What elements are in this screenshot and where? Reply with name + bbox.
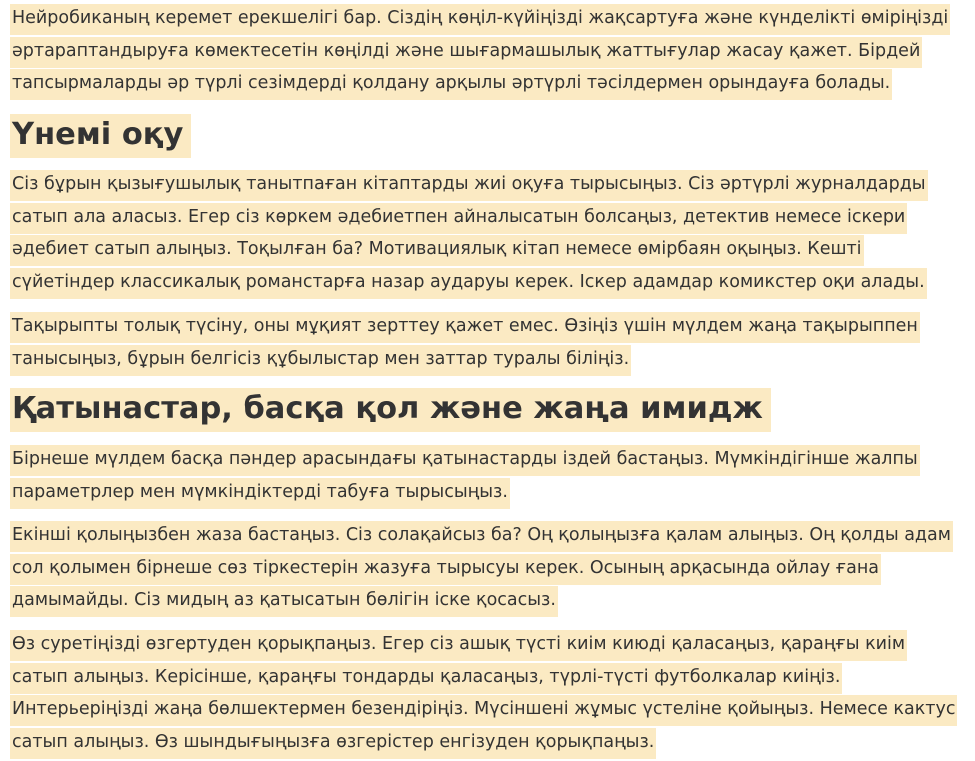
intro-text: Нейробиканың керемет ерекшелігі бар. Сіз…: [10, 4, 951, 101]
section-heading-relations: Қатынастар, басқа қол және жаңа имидж: [10, 388, 771, 432]
section-heading-text: Қатынастар, басқа қол және жаңа имидж: [10, 388, 771, 432]
paragraph-text: Тақырыпты толық түсіну, оны мұқият зертт…: [10, 312, 920, 376]
paragraph-relations-1: Бірнеше мүлдем басқа пәндер арасындағы қ…: [10, 443, 965, 509]
paragraph-text: Сіз бұрын қызығушылық танытпаған кітапта…: [10, 170, 928, 299]
section-heading-text: Үнемі оқу: [10, 114, 192, 158]
paragraph-relations-3: Өз суретіңізді өзгертуден қорықпаңыз. Ег…: [10, 628, 965, 759]
paragraph-text: Екінші қолыңызбен жаза бастаңыз. Сіз сол…: [10, 521, 953, 618]
paragraph-text: Өз суретіңізді өзгертуден қорықпаңыз. Ег…: [10, 630, 958, 759]
section-heading-reading: Үнемі оқу: [10, 114, 192, 158]
paragraph-text: Бірнеше мүлдем басқа пәндер арасындағы қ…: [10, 445, 920, 509]
paragraph-relations-2: Екінші қолыңызбен жаза бастаңыз. Сіз сол…: [10, 519, 965, 618]
intro-paragraph: Нейробиканың керемет ерекшелігі бар. Сіз…: [10, 2, 965, 101]
paragraph-reading-1: Сіз бұрын қызығушылық танытпаған кітапта…: [10, 168, 965, 299]
paragraph-reading-2: Тақырыпты толық түсіну, оны мұқият зертт…: [10, 310, 965, 376]
